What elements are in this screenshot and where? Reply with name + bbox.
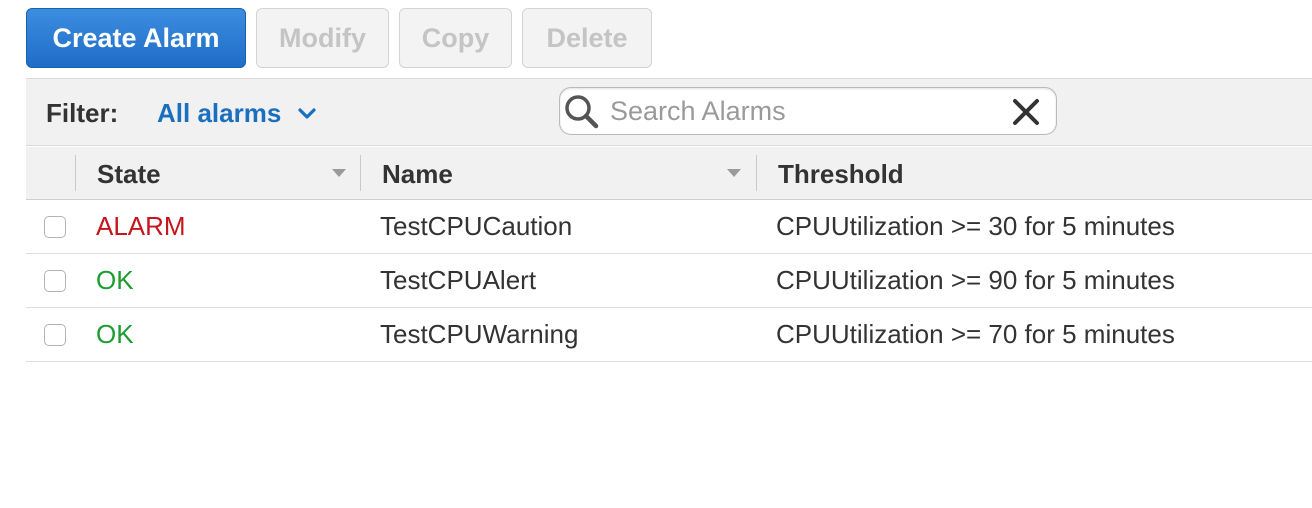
delete-button[interactable]: Delete xyxy=(522,8,652,68)
column-divider xyxy=(75,155,76,191)
alarm-name: TestCPUWarning xyxy=(380,319,579,349)
row-checkbox[interactable] xyxy=(44,216,66,238)
alarm-state: OK xyxy=(96,265,134,295)
alarm-threshold: CPUUtilization >= 70 for 5 minutes xyxy=(776,319,1175,349)
search-box[interactable] xyxy=(559,87,1057,135)
alarm-threshold: CPUUtilization >= 90 for 5 minutes xyxy=(776,265,1175,295)
filter-dropdown[interactable]: All alarms xyxy=(157,98,317,129)
create-alarm-button[interactable]: Create Alarm xyxy=(26,8,246,68)
row-checkbox[interactable] xyxy=(44,324,66,346)
table-row[interactable]: ALARM TestCPUCaution CPUUtilization >= 3… xyxy=(26,200,1312,254)
column-header-threshold[interactable]: Threshold xyxy=(778,159,904,190)
copy-button[interactable]: Copy xyxy=(399,8,512,68)
search-icon xyxy=(565,95,599,129)
action-toolbar: Create Alarm Modify Copy Delete xyxy=(26,8,652,68)
sort-caret-icon[interactable] xyxy=(332,169,346,177)
column-header-state[interactable]: State xyxy=(97,159,161,190)
chevron-down-icon[interactable] xyxy=(297,107,317,121)
column-divider[interactable] xyxy=(756,155,757,191)
sort-caret-icon[interactable] xyxy=(727,169,741,177)
alarm-threshold: CPUUtilization >= 30 for 5 minutes xyxy=(776,211,1175,241)
alarm-state: ALARM xyxy=(96,211,186,241)
filter-bar: Filter: All alarms xyxy=(26,78,1312,146)
alarm-name: TestCPUCaution xyxy=(380,211,573,241)
table-header: State Name Threshold xyxy=(26,147,1312,200)
column-divider[interactable] xyxy=(360,155,361,191)
row-checkbox[interactable] xyxy=(44,270,66,292)
search-input[interactable] xyxy=(610,94,1000,128)
alarm-state: OK xyxy=(96,319,134,349)
table-row[interactable]: OK TestCPUWarning CPUUtilization >= 70 f… xyxy=(26,308,1312,362)
column-header-name[interactable]: Name xyxy=(382,159,453,190)
table-row[interactable]: OK TestCPUAlert CPUUtilization >= 90 for… xyxy=(26,254,1312,308)
close-icon[interactable] xyxy=(1012,98,1040,126)
filter-label: Filter: xyxy=(46,98,119,128)
filter-value[interactable]: All alarms xyxy=(157,98,281,129)
alarm-name: TestCPUAlert xyxy=(380,265,537,295)
modify-button[interactable]: Modify xyxy=(256,8,389,68)
